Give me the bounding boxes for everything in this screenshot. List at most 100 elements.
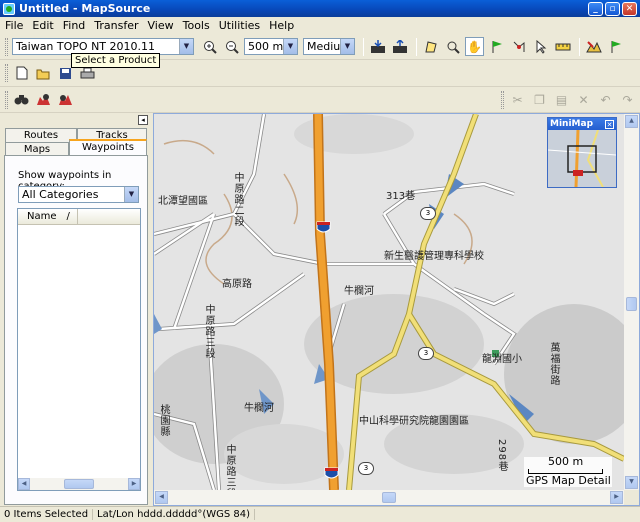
- map-label: 桃園縣: [158, 404, 169, 437]
- coordinate-format: Lat/Lon hddd.ddddd°(WGS 84): [93, 509, 256, 520]
- find-nearest-icon[interactable]: [56, 90, 75, 109]
- send-to-device-icon[interactable]: [390, 37, 409, 56]
- paste-icon[interactable]: ▤: [552, 90, 571, 109]
- menu-view[interactable]: View: [148, 19, 174, 32]
- toolbar-grip[interactable]: [5, 90, 8, 109]
- scale-value: 500 m: [548, 455, 584, 468]
- find-toolbar: ✂ ❐ ▤ ✕ ↶ ↷: [0, 87, 640, 113]
- map-scale: 500 m GPS Map Detail: [524, 455, 612, 487]
- receive-from-device-icon[interactable]: [368, 37, 387, 56]
- close-icon[interactable]: ✕: [605, 119, 614, 129]
- menu-transfer[interactable]: Transfer: [94, 19, 138, 32]
- scroll-down-icon[interactable]: ▼: [625, 476, 638, 489]
- scroll-thumb[interactable]: [626, 297, 637, 311]
- map-view[interactable]: 3 3 3 北潭望國區 中原路二段 高原路 中原路三段 313巷 新生醫護管理專…: [153, 113, 640, 506]
- maximize-button[interactable]: ▫: [605, 1, 620, 16]
- detail-select[interactable]: Medium ▼: [303, 38, 355, 55]
- menu-utilities[interactable]: Utilities: [219, 19, 260, 32]
- find-place-icon[interactable]: [34, 90, 53, 109]
- minimize-button[interactable]: _: [588, 1, 603, 16]
- tab-routes[interactable]: Routes: [5, 128, 77, 142]
- toolbar-grip[interactable]: [501, 90, 504, 109]
- waypoints-tab-body: Show waypoints in category: All Categori…: [4, 155, 148, 505]
- map-label: 313巷: [386, 191, 416, 202]
- delete-icon[interactable]: ✕: [574, 90, 593, 109]
- product-select-value: Taiwan TOPO NT 2010.11: [16, 40, 155, 53]
- copy-icon[interactable]: ❐: [530, 90, 549, 109]
- menu-edit[interactable]: Edit: [32, 19, 53, 32]
- scroll-left-icon[interactable]: ◀: [18, 478, 30, 490]
- profile-tool-icon[interactable]: [584, 37, 603, 56]
- list-horizontal-scrollbar[interactable]: ◀ ▶: [18, 478, 140, 490]
- map-label: 牛欄河: [344, 286, 374, 297]
- map-label: 牛欄河: [244, 403, 274, 414]
- list-header: Name /: [18, 209, 140, 225]
- toolbar-separator: [579, 37, 580, 56]
- route-3-shield: 3: [358, 462, 374, 475]
- cut-icon[interactable]: ✂: [508, 90, 527, 109]
- minimap-title-bar[interactable]: MiniMap ✕: [548, 118, 616, 130]
- flag-tool-icon[interactable]: [606, 37, 625, 56]
- zoom-tool-icon[interactable]: [443, 37, 462, 56]
- chevron-down-icon[interactable]: ▼: [340, 39, 354, 54]
- selection-tool-icon[interactable]: [531, 37, 550, 56]
- menu-find[interactable]: Find: [63, 19, 86, 32]
- menu-file[interactable]: File: [5, 19, 23, 32]
- redo-icon[interactable]: ↷: [618, 90, 637, 109]
- route-tool-icon[interactable]: [509, 37, 528, 56]
- tab-waypoints[interactable]: Waypoints: [69, 139, 147, 155]
- freeway-3-shield: [316, 220, 331, 235]
- map-label: 中原路三段: [224, 444, 235, 490]
- map-horizontal-scrollbar[interactable]: ◀ ▶: [154, 490, 624, 505]
- chevron-down-icon[interactable]: ▼: [283, 39, 297, 54]
- route-3-shield: 3: [420, 207, 436, 220]
- toolbar-separator: [416, 37, 417, 56]
- tab-maps[interactable]: Maps: [5, 142, 69, 156]
- sort-indicator: /: [66, 211, 70, 222]
- zoom-scale-value: 500 m: [248, 40, 284, 53]
- status-bar: 0 Items Selected Lat/Lon hddd.ddddd°(WGS…: [0, 506, 640, 522]
- mapsource-app-icon[interactable]: [3, 2, 15, 15]
- hand-tool-icon[interactable]: ✋: [465, 37, 484, 56]
- minimap-window[interactable]: MiniMap ✕: [547, 117, 617, 188]
- map-detail-label: GPS Map Detail: [526, 474, 611, 487]
- scroll-left-icon[interactable]: ◀: [155, 491, 168, 504]
- scroll-thumb[interactable]: [382, 492, 396, 503]
- minimap-graphics: [547, 129, 617, 188]
- scroll-right-icon[interactable]: ▶: [610, 491, 623, 504]
- scroll-right-icon[interactable]: ▶: [128, 478, 140, 490]
- chevron-down-icon[interactable]: ▼: [124, 187, 138, 202]
- undo-icon[interactable]: ↶: [596, 90, 615, 109]
- open-folder-icon[interactable]: [34, 64, 53, 83]
- map-canvas[interactable]: 3 3 3 北潭望國區 中原路二段 高原路 中原路三段 313巷 新生醫護管理專…: [154, 114, 624, 490]
- distance-tool-icon[interactable]: [553, 37, 572, 56]
- scroll-up-icon[interactable]: ▲: [625, 115, 638, 128]
- close-button[interactable]: ✕: [622, 1, 637, 16]
- menu-tools[interactable]: Tools: [183, 19, 210, 32]
- new-file-icon[interactable]: [12, 64, 31, 83]
- toolbar-grip[interactable]: [5, 37, 8, 56]
- waypoint-list[interactable]: Name / ◀ ▶: [17, 208, 141, 491]
- selection-status: 0 Items Selected: [0, 509, 94, 520]
- window-title: Untitled - MapSource: [19, 2, 151, 15]
- name-column-label: Name: [27, 211, 57, 222]
- route-3-shield: 3: [418, 347, 434, 360]
- menu-help[interactable]: Help: [269, 19, 294, 32]
- zoom-scale-select[interactable]: 500 m ▼: [244, 38, 298, 55]
- waypoint-tool-icon[interactable]: [487, 37, 506, 56]
- toolbar-grip[interactable]: [5, 64, 8, 82]
- category-select[interactable]: All Categories ▼: [18, 186, 139, 203]
- zoom-out-icon[interactable]: [222, 37, 241, 56]
- map-label: 北潭望國區: [158, 196, 208, 207]
- name-column-header[interactable]: Name /: [18, 209, 78, 224]
- data-panel: ◂ Routes Tracks Maps Waypoints Show wayp…: [0, 113, 152, 506]
- zoom-in-icon[interactable]: [200, 37, 219, 56]
- scroll-thumb[interactable]: [64, 479, 94, 489]
- map-vertical-scrollbar[interactable]: ▲ ▼: [624, 114, 639, 490]
- panel-pin-icon[interactable]: ◂: [138, 115, 148, 125]
- chevron-down-icon[interactable]: ▼: [179, 39, 193, 54]
- find-binoculars-icon[interactable]: [12, 90, 31, 109]
- title-bar: Untitled - MapSource _ ▫ ✕: [0, 0, 640, 17]
- category-select-value: All Categories: [22, 188, 99, 201]
- map-tool-icon[interactable]: [421, 37, 440, 56]
